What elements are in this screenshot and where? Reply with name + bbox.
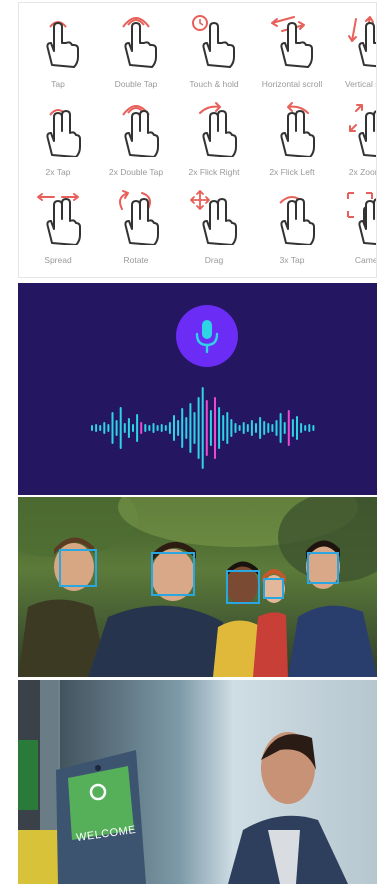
- microphone-icon: [195, 320, 219, 354]
- gesture-item: Horizontal scroll: [253, 7, 331, 97]
- gesture-item: Tap: [19, 7, 97, 97]
- gesture-item: Double Tap: [97, 7, 175, 97]
- gesture-item: Spread: [19, 183, 97, 273]
- microphone-button[interactable]: [176, 305, 238, 367]
- three-finger-tap-gesture-icon: [279, 196, 315, 245]
- voice-input-panel: [18, 283, 377, 495]
- gesture-item: Camera: [331, 183, 376, 273]
- gesture-item: 2x Zoom In: [331, 95, 376, 185]
- gesture-item: 2x Flick Left: [253, 95, 331, 185]
- gesture-item: 3x Tap: [253, 183, 331, 273]
- group-of-people-image: [18, 497, 377, 677]
- horizontal-scroll-gesture-icon: [271, 16, 313, 68]
- gesture-item: 2x Flick Right: [175, 95, 253, 185]
- gesture-reference-panel: Tap Double Tap Touch & hold Horizontal scro…: [18, 2, 377, 278]
- spread-gesture-icon: [37, 193, 81, 245]
- two-finger-zoom-in-gesture-icon: [349, 104, 376, 157]
- gesture-label: 2x Zoom In: [348, 167, 376, 177]
- kiosk-photo: WELCOME: [18, 680, 377, 884]
- two-finger-tap-gesture-icon: [46, 109, 81, 157]
- gesture-grid: Tap Double Tap Touch & hold Horizontal scro…: [19, 3, 376, 277]
- gesture-label: Camera: [354, 255, 376, 265]
- double-tap-gesture-icon: [122, 17, 157, 68]
- two-finger-flick-left-gesture-icon: [280, 102, 315, 157]
- two-finger-flick-right-gesture-icon: [199, 102, 237, 157]
- drag-gesture-icon: [190, 190, 237, 245]
- gesture-item: 2x Tap: [19, 95, 97, 185]
- kiosk-scene-image: [18, 680, 348, 884]
- gesture-item: 2x Double Tap: [97, 95, 175, 185]
- gesture-item: Drag: [175, 183, 253, 273]
- voice-waveform: [91, 387, 315, 469]
- gesture-label: Vertical scroll: [344, 79, 376, 89]
- gesture-item: Vertical scroll: [331, 7, 376, 97]
- rotate-gesture-icon: [119, 190, 159, 245]
- tap-gesture-icon: [46, 21, 79, 68]
- touch-hold-gesture-icon: [192, 15, 235, 68]
- face-detection-photo: [18, 497, 377, 677]
- vertical-scroll-gesture-icon: [348, 16, 376, 68]
- two-finger-double-tap-gesture-icon: [122, 105, 159, 157]
- gesture-item: Touch & hold: [175, 7, 253, 97]
- gesture-item: Rotate: [97, 183, 175, 273]
- camera-gesture-icon: [347, 192, 376, 245]
